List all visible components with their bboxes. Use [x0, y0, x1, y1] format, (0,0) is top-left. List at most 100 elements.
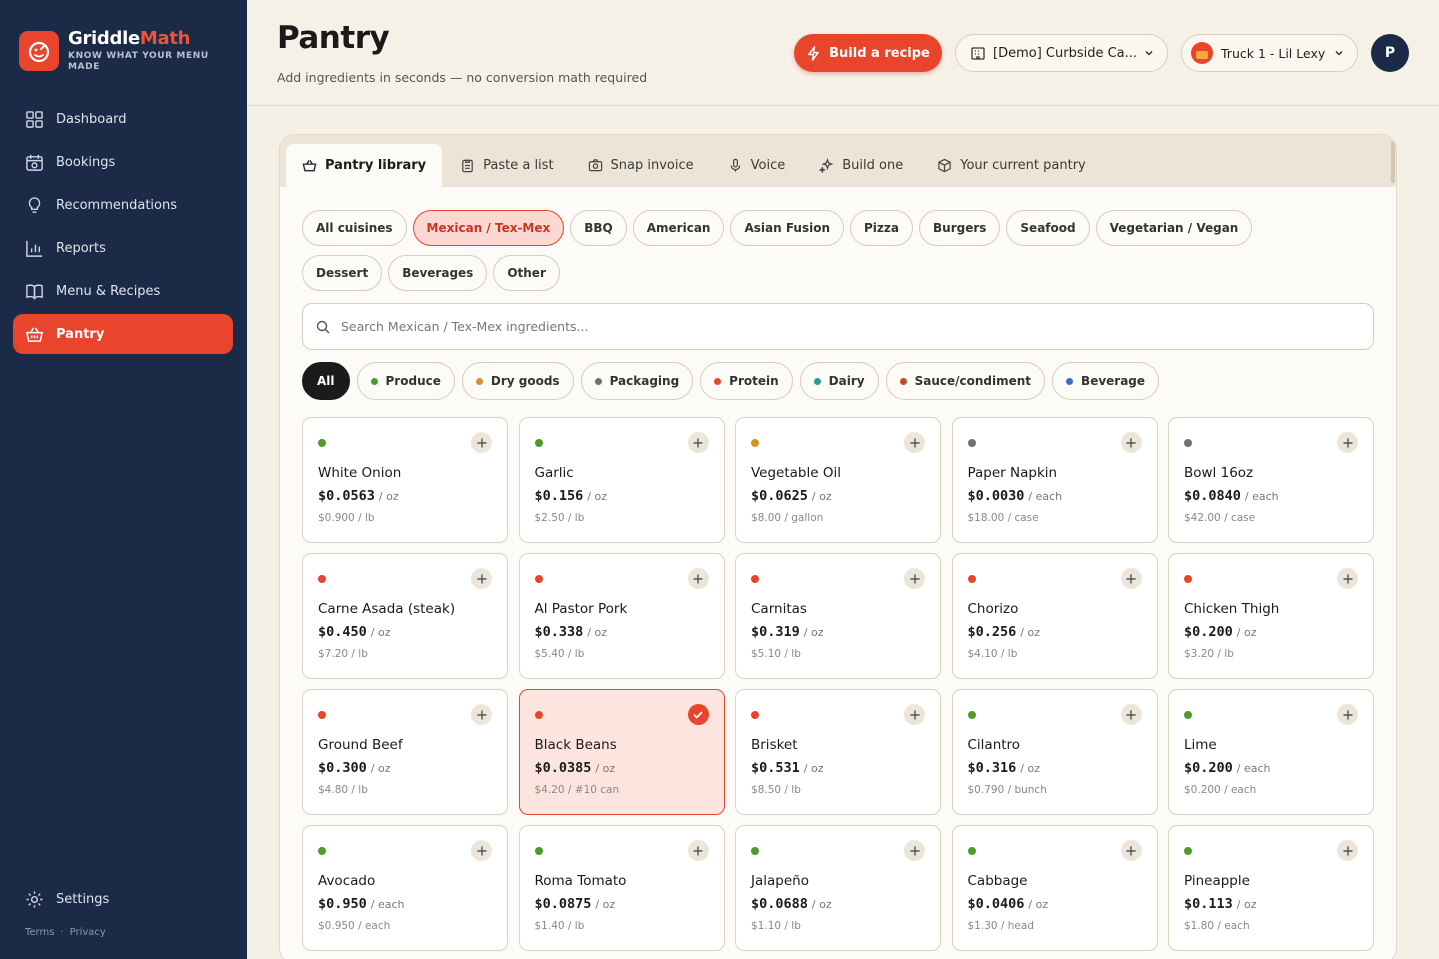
book-icon [26, 283, 43, 300]
sidebar-item-reports[interactable]: Reports [13, 228, 233, 268]
ingredient-card[interactable]: Ground Beef $0.300/ oz $4.80 / lb [302, 689, 508, 815]
ingredient-card[interactable]: Al Pastor Pork $0.338/ oz $5.40 / lb [518, 553, 725, 679]
add-ingredient-button[interactable] [1337, 704, 1358, 725]
ingredient-name: Cabbage [967, 873, 1028, 889]
sidebar-item-settings[interactable]: Settings [25, 890, 109, 909]
add-ingredient-button[interactable] [1120, 568, 1142, 589]
add-ingredient-button[interactable] [1337, 840, 1358, 861]
add-ingredient-button[interactable] [1120, 704, 1142, 725]
user-avatar[interactable]: P [1371, 34, 1409, 72]
category-chip[interactable]: All [302, 362, 350, 400]
ingredient-card[interactable]: Chorizo $0.256/ oz $4.10 / lb [951, 553, 1158, 679]
add-ingredient-button[interactable] [687, 432, 709, 453]
ingredient-card[interactable]: Lime $0.200/ each $0.200 / each [1168, 689, 1374, 815]
sidebar-item-dashboard[interactable]: Dashboard [13, 99, 233, 139]
ingredient-card[interactable]: Roma Tomato $0.0875/ oz $1.40 / lb [518, 825, 725, 951]
add-ingredient-button[interactable] [471, 704, 492, 725]
tab-current-pantry[interactable]: Your current pantry [921, 144, 1102, 187]
ingredient-search[interactable] [302, 303, 1374, 350]
ingredient-card[interactable]: Garlic $0.156/ oz $2.50 / lb [518, 417, 725, 543]
cuisine-chip[interactable]: Mexican / Tex-Mex [412, 210, 565, 246]
ingredient-card[interactable]: Paper Napkin $0.0030/ each $18.00 / case [951, 417, 1158, 543]
ingredient-card[interactable]: Cabbage $0.0406/ oz $1.30 / head [951, 825, 1158, 951]
plus-icon [1126, 437, 1136, 448]
privacy-link[interactable]: Privacy [70, 927, 106, 938]
ingredient-card[interactable]: Avocado $0.950/ each $0.950 / each [302, 825, 508, 951]
category-chip[interactable]: Packaging [580, 362, 694, 400]
add-ingredient-button[interactable] [1337, 432, 1358, 453]
sidebar-item-bookings[interactable]: Bookings [13, 142, 233, 182]
ingredient-card[interactable]: Cilantro $0.316/ oz $0.790 / bunch [951, 689, 1158, 815]
cuisine-chip[interactable]: All cuisines [302, 210, 407, 246]
cuisine-chip[interactable]: Beverages [388, 255, 488, 291]
ingredient-card[interactable]: Brisket $0.531/ oz $8.50 / lb [735, 689, 941, 815]
cuisine-chip[interactable]: Burgers [919, 210, 1001, 246]
tab-label: Pantry library [325, 158, 427, 173]
cuisine-chip[interactable]: Vegetarian / Vegan [1095, 210, 1253, 246]
ingredient-card[interactable]: Bowl 16oz $0.0840/ each $42.00 / case [1168, 417, 1374, 543]
cuisine-chip[interactable]: Dessert [302, 255, 383, 291]
cuisine-chip[interactable]: Other [493, 255, 560, 291]
add-ingredient-button[interactable] [904, 840, 925, 861]
search-input[interactable] [341, 319, 1241, 334]
ingredient-name: Ground Beef [318, 737, 403, 753]
brand[interactable]: GriddleMath KNOW WHAT YOUR MENU MADE [19, 28, 218, 73]
tab-paste-list[interactable]: Paste a list [444, 144, 569, 187]
add-ingredient-button[interactable] [904, 704, 925, 725]
panel-scrollbar[interactable] [1391, 141, 1395, 183]
add-ingredient-button[interactable] [471, 568, 492, 589]
sparkle-icon [819, 158, 834, 173]
location-dropdown[interactable]: [Demo] Curbside Ca... [955, 34, 1168, 72]
truck-dropdown[interactable]: Truck 1 - Lil Lexy [1181, 34, 1358, 72]
ingredient-name: Vegetable Oil [751, 465, 841, 481]
sidebar-item-label: Bookings [56, 154, 116, 170]
ingredient-card[interactable]: Black Beans $0.0385/ oz $4.20 / #10 can [518, 689, 725, 815]
pack-price: $0.950 / each [318, 920, 391, 932]
tab-build-one[interactable]: Build one [803, 144, 919, 187]
category-chip[interactable]: Produce [356, 362, 455, 400]
category-chip[interactable]: Dry goods [461, 362, 574, 400]
add-ingredient-button[interactable] [471, 432, 492, 453]
add-ingredient-button[interactable] [1120, 840, 1142, 861]
cuisine-chip[interactable]: Asian Fusion [730, 210, 845, 246]
add-ingredient-button[interactable] [471, 840, 492, 861]
price-unit: / oz [1028, 898, 1049, 911]
build-recipe-button[interactable]: Build a recipe [794, 34, 942, 72]
add-ingredient-button[interactable] [904, 432, 925, 453]
ingredient-card[interactable]: Vegetable Oil $0.0625/ oz $8.00 / gallon [735, 417, 941, 543]
ingredient-card[interactable]: White Onion $0.0563/ oz $0.900 / lb [302, 417, 508, 543]
category-chip[interactable]: Protein [700, 362, 793, 400]
ingredient-card[interactable]: Chicken Thigh $0.200/ oz $3.20 / lb [1168, 553, 1374, 679]
tab-pantry-library[interactable]: Pantry library [286, 144, 443, 187]
price-unit: / oz [811, 490, 832, 503]
cuisine-chip[interactable]: American [632, 210, 725, 246]
ingredient-card[interactable]: Carne Asada (steak) $0.450/ oz $7.20 / lb [302, 553, 508, 679]
ingredient-price: $0.0030/ each [968, 488, 1063, 504]
terms-link[interactable]: Terms [25, 927, 54, 938]
plus-icon [693, 437, 703, 448]
add-ingredient-button[interactable] [687, 568, 709, 589]
category-dot-icon [899, 377, 907, 385]
cuisine-chip[interactable]: BBQ [570, 210, 627, 246]
ingredient-card[interactable]: Pineapple $0.113/ oz $1.80 / each [1168, 825, 1374, 951]
tab-voice[interactable]: Voice [712, 144, 802, 187]
category-chip[interactable]: Beverage [1052, 362, 1160, 400]
add-ingredient-button[interactable] [1120, 432, 1142, 453]
sidebar-item-pantry[interactable]: Pantry [13, 314, 233, 354]
price-unit: / oz [587, 490, 607, 503]
sidebar-item-menu-recipes[interactable]: Menu & Recipes [13, 271, 233, 311]
added-check-button[interactable] [687, 704, 709, 725]
cuisine-chip[interactable]: Pizza [850, 210, 913, 246]
ingredient-price: $0.0875/ oz [535, 896, 616, 912]
add-ingredient-button[interactable] [687, 840, 709, 861]
category-chip[interactable]: Sauce/condiment [885, 362, 1046, 400]
search-icon [316, 320, 330, 333]
ingredient-card[interactable]: Carnitas $0.319/ oz $5.10 / lb [735, 553, 941, 679]
sidebar-item-recommendations[interactable]: Recommendations [13, 185, 233, 225]
add-ingredient-button[interactable] [1337, 568, 1358, 589]
add-ingredient-button[interactable] [904, 568, 925, 589]
tab-snap-invoice[interactable]: Snap invoice [572, 144, 710, 187]
category-chip[interactable]: Dairy [799, 362, 879, 400]
ingredient-card[interactable]: Jalapeño $0.0688/ oz $1.10 / lb [735, 825, 941, 951]
cuisine-chip[interactable]: Seafood [1006, 210, 1090, 246]
